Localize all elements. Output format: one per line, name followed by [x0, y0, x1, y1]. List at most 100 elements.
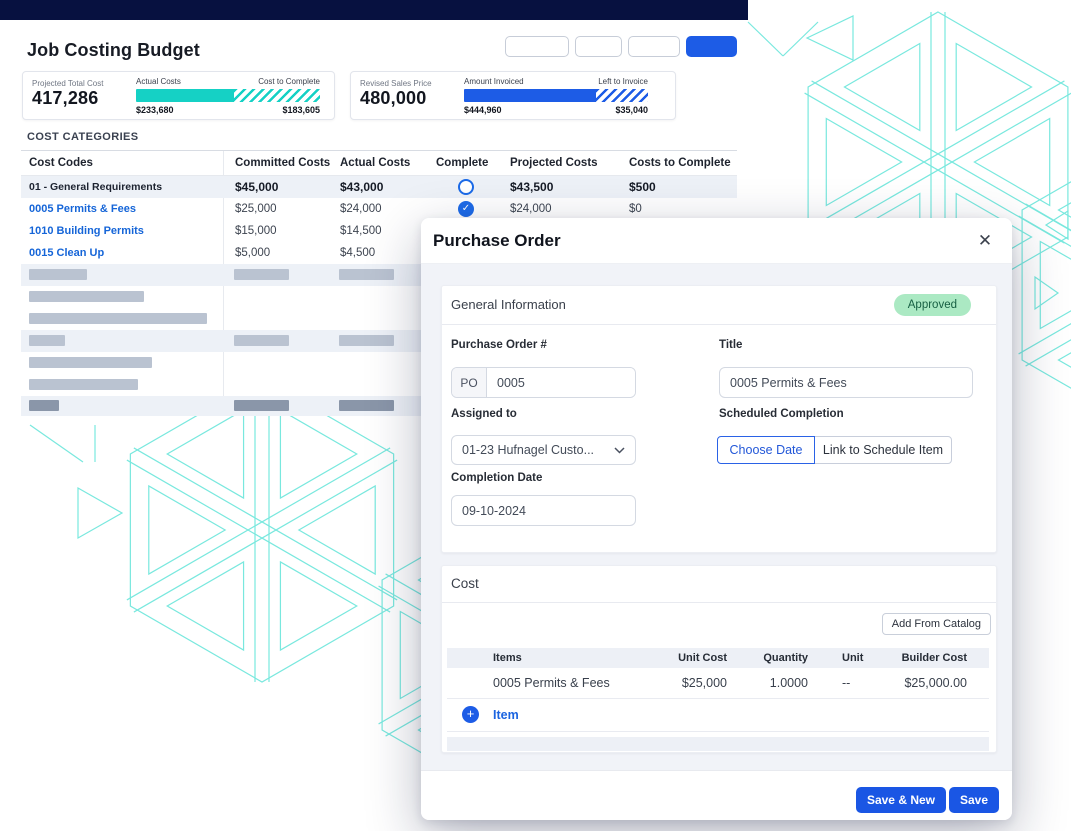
projected-cost-card: Projected Total Cost 417,286 Actual Cost…	[22, 71, 335, 120]
progress-bar	[136, 89, 320, 102]
assigned-to-label: Assigned to	[451, 408, 517, 420]
skeleton-bar	[339, 335, 394, 346]
committed-value: $45,000	[235, 176, 278, 198]
save-button[interactable]: Save	[949, 787, 999, 813]
toolbar-primary-button[interactable]	[686, 36, 737, 57]
col-complete: Complete	[436, 157, 488, 169]
modal-header: Purchase Order ✕	[421, 218, 1012, 264]
cost-code-link[interactable]: 0005 Permits & Fees	[29, 198, 136, 220]
add-item-button[interactable]: + Item	[447, 699, 989, 732]
col-cost-codes: Cost Codes	[29, 157, 93, 169]
add-item-label: Item	[493, 699, 519, 731]
skeleton-bar	[29, 291, 144, 302]
assigned-to-value: 01-23 Hufnagel Custo...	[462, 443, 594, 457]
skeleton-bar	[29, 379, 138, 390]
progress-fill	[136, 89, 234, 102]
col-quantity: Quantity	[727, 652, 808, 664]
po-number-field: PO	[451, 367, 636, 398]
to-complete-value: $500	[629, 176, 656, 198]
complete-toggle-checked[interactable]: ✓	[458, 201, 474, 217]
page: Job Costing Budget Projected Total Cost …	[0, 0, 1071, 831]
skeleton-bar	[234, 400, 289, 411]
items-table: Items Unit Cost Quantity Unit Builder Co…	[447, 648, 989, 732]
col-unit-cost: Unit Cost	[627, 652, 727, 664]
assigned-to-select[interactable]: 01-23 Hufnagel Custo...	[451, 435, 636, 465]
invoice-progress: Amount Invoiced Left to Invoice $444,960…	[464, 77, 648, 115]
col-builder-cost: Builder Cost	[857, 652, 967, 664]
committed-value: $15,000	[235, 220, 277, 242]
purchase-order-dialog: Purchase Order ✕ General Information App…	[421, 218, 1012, 820]
bar-right-label: Cost to Complete	[258, 77, 320, 86]
item-row: 0005 Permits & Fees $25,000 1.0000 -- $2…	[447, 668, 989, 699]
title-label: Title	[719, 339, 742, 351]
general-information-section: General Information Approved Purchase Or…	[441, 285, 997, 553]
toolbar-button-1[interactable]	[505, 36, 569, 57]
completion-date-input[interactable]	[451, 495, 636, 526]
modal-title: Purchase Order	[433, 218, 561, 264]
col-items: Items	[493, 652, 522, 664]
toolbar-button-2[interactable]	[575, 36, 622, 57]
table-row: 0005 Permits & Fees $25,000 $24,000 ✓ $2…	[21, 198, 737, 220]
bar-right-amount: $183,605	[282, 105, 320, 115]
card-label: Projected Total Cost	[32, 79, 103, 88]
cost-categories-label: COST CATEGORIES	[27, 131, 139, 143]
divider	[442, 324, 996, 325]
cost-code-link[interactable]: 1010 Building Permits	[29, 220, 144, 242]
actual-value: $24,000	[340, 198, 382, 220]
toolbar-button-3[interactable]	[628, 36, 680, 57]
card-value: 480,000	[360, 88, 426, 109]
link-to-schedule-item-button[interactable]: Link to Schedule Item	[814, 436, 952, 464]
items-table-footer-strip	[447, 737, 989, 751]
bar-left-label: Actual Costs	[136, 77, 181, 86]
progress-bar	[464, 89, 648, 102]
committed-value: $25,000	[235, 198, 277, 220]
complete-toggle-unchecked[interactable]	[458, 179, 474, 195]
choose-date-button[interactable]: Choose Date	[717, 436, 815, 464]
col-committed-costs: Committed Costs	[235, 157, 330, 169]
cost-code-link[interactable]: 0015 Clean Up	[29, 242, 104, 264]
section-heading: General Information	[451, 286, 566, 324]
top-navy-bar	[0, 0, 748, 20]
plus-icon: +	[462, 706, 479, 723]
skeleton-bar	[29, 269, 87, 280]
progress-fill	[464, 89, 596, 102]
page-title: Job Costing Budget	[27, 40, 200, 61]
items-table-header: Items Unit Cost Quantity Unit Builder Co…	[447, 648, 989, 668]
to-complete-value: $0	[629, 198, 642, 220]
item-name: 0005 Permits & Fees	[493, 668, 610, 698]
item-unit-cost: $25,000	[627, 668, 727, 698]
completion-date-label: Completion Date	[451, 472, 542, 484]
col-actual-costs: Actual Costs	[340, 157, 410, 169]
col-projected-costs: Projected Costs	[510, 157, 598, 169]
po-number-label: Purchase Order #	[451, 339, 547, 351]
sales-price-card: Revised Sales Price 480,000 Amount Invoi…	[350, 71, 676, 120]
skeleton-bar	[29, 313, 207, 324]
skeleton-bar	[29, 357, 152, 368]
title-input[interactable]	[719, 367, 973, 398]
item-builder-cost: $25,000.00	[857, 668, 967, 698]
save-and-new-button[interactable]: Save & New	[856, 787, 946, 813]
skeleton-bar	[234, 269, 289, 280]
bar-right-amount: $35,040	[615, 105, 648, 115]
actual-value: $14,500	[340, 220, 382, 242]
skeleton-bar	[339, 400, 394, 411]
card-value: 417,286	[32, 88, 98, 109]
committed-value: $5,000	[235, 242, 270, 264]
divider	[442, 602, 996, 603]
progress-hatch	[596, 89, 648, 102]
table-row: 01 - General Requirements $45,000 $43,00…	[21, 176, 737, 198]
actual-value: $4,500	[340, 242, 375, 264]
cost-section: Cost Add From Catalog Items Unit Cost Qu…	[441, 565, 997, 753]
table-header: Cost Codes Committed Costs Actual Costs …	[21, 151, 737, 176]
bar-right-label: Left to Invoice	[598, 77, 648, 86]
add-from-catalog-button[interactable]: Add From Catalog	[882, 613, 991, 635]
chevron-down-icon	[614, 447, 625, 454]
close-icon[interactable]: ✕	[974, 230, 996, 252]
po-number-input[interactable]	[487, 368, 635, 397]
skeleton-bar	[234, 335, 289, 346]
bar-left-label: Amount Invoiced	[464, 77, 524, 86]
col-costs-to-complete: Costs to Complete	[629, 157, 731, 169]
section-heading: Cost	[451, 566, 479, 602]
bar-left-amount: $233,680	[136, 105, 174, 115]
actual-value: $43,000	[340, 176, 383, 198]
